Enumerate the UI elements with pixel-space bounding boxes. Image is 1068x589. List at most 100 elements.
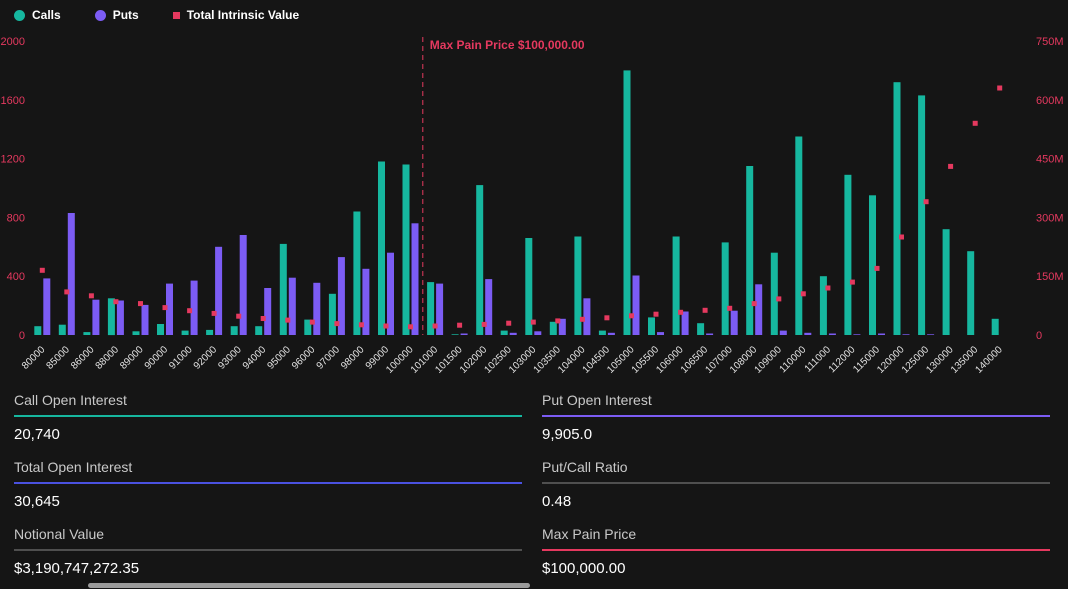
call-bar[interactable] [501, 331, 508, 335]
call-bar[interactable] [943, 229, 950, 335]
legend-item-calls[interactable]: Calls [14, 9, 61, 21]
put-bar[interactable] [853, 334, 860, 335]
intrinsic-marker[interactable] [997, 86, 1002, 91]
call-bar[interactable] [820, 276, 827, 335]
call-bar[interactable] [452, 334, 459, 335]
intrinsic-marker[interactable] [236, 314, 241, 319]
call-bar[interactable] [255, 326, 262, 335]
call-bar[interactable] [599, 331, 606, 335]
call-bar[interactable] [133, 331, 140, 335]
put-bar[interactable] [92, 300, 99, 335]
put-bar[interactable] [461, 334, 468, 336]
intrinsic-marker[interactable] [40, 268, 45, 273]
call-bar[interactable] [918, 95, 925, 335]
put-bar[interactable] [731, 311, 738, 335]
call-bar[interactable] [403, 165, 410, 336]
legend-item-intrinsic[interactable]: Total Intrinsic Value [173, 9, 299, 21]
put-bar[interactable] [804, 333, 811, 335]
call-bar[interactable] [894, 82, 901, 335]
scrollbar-thumb[interactable] [88, 583, 530, 588]
put-bar[interactable] [927, 334, 934, 335]
put-bar[interactable] [583, 298, 590, 335]
put-bar[interactable] [68, 213, 75, 335]
intrinsic-marker[interactable] [555, 318, 560, 323]
call-bar[interactable] [771, 253, 778, 335]
call-bar[interactable] [992, 319, 999, 335]
intrinsic-marker[interactable] [801, 291, 806, 296]
put-bar[interactable] [657, 332, 664, 335]
put-bar[interactable] [510, 333, 517, 335]
intrinsic-marker[interactable] [408, 324, 413, 329]
horizontal-scrollbar[interactable] [0, 583, 1068, 589]
call-bar[interactable] [697, 323, 704, 335]
call-bar[interactable] [329, 294, 336, 335]
put-bar[interactable] [264, 288, 271, 335]
intrinsic-marker[interactable] [359, 322, 364, 327]
call-bar[interactable] [231, 326, 238, 335]
intrinsic-marker[interactable] [678, 310, 683, 315]
intrinsic-marker[interactable] [654, 312, 659, 317]
put-bar[interactable] [534, 331, 541, 335]
put-bar[interactable] [191, 281, 198, 335]
call-bar[interactable] [378, 162, 385, 336]
call-bar[interactable] [746, 166, 753, 335]
call-bar[interactable] [550, 322, 557, 335]
put-bar[interactable] [608, 333, 615, 335]
intrinsic-marker[interactable] [924, 199, 929, 204]
call-bar[interactable] [34, 326, 41, 335]
call-bar[interactable] [476, 185, 483, 335]
call-bar[interactable] [795, 137, 802, 336]
intrinsic-marker[interactable] [89, 293, 94, 298]
intrinsic-marker[interactable] [64, 289, 69, 294]
intrinsic-marker[interactable] [531, 320, 536, 325]
call-bar[interactable] [869, 195, 876, 335]
put-bar[interactable] [755, 284, 762, 335]
put-bar[interactable] [240, 235, 247, 335]
intrinsic-marker[interactable] [727, 306, 732, 311]
intrinsic-marker[interactable] [310, 320, 315, 325]
intrinsic-marker[interactable] [163, 305, 168, 310]
put-bar[interactable] [682, 312, 689, 336]
intrinsic-marker[interactable] [261, 316, 266, 321]
put-bar[interactable] [142, 305, 149, 335]
call-bar[interactable] [844, 175, 851, 335]
intrinsic-marker[interactable] [187, 308, 192, 313]
intrinsic-marker[interactable] [776, 296, 781, 301]
call-bar[interactable] [157, 324, 164, 335]
put-bar[interactable] [412, 223, 419, 335]
call-bar[interactable] [206, 330, 213, 335]
intrinsic-marker[interactable] [604, 315, 609, 320]
intrinsic-marker[interactable] [850, 280, 855, 285]
put-bar[interactable] [903, 334, 910, 335]
intrinsic-marker[interactable] [875, 266, 880, 271]
put-bar[interactable] [878, 334, 885, 336]
put-bar[interactable] [289, 278, 296, 335]
intrinsic-marker[interactable] [457, 323, 462, 328]
put-bar[interactable] [43, 278, 50, 335]
call-bar[interactable] [353, 212, 360, 336]
intrinsic-marker[interactable] [629, 313, 634, 318]
call-bar[interactable] [59, 325, 66, 335]
intrinsic-marker[interactable] [580, 317, 585, 322]
intrinsic-marker[interactable] [506, 321, 511, 326]
intrinsic-marker[interactable] [948, 164, 953, 169]
intrinsic-marker[interactable] [285, 318, 290, 323]
put-bar[interactable] [387, 253, 394, 335]
intrinsic-marker[interactable] [482, 322, 487, 327]
intrinsic-marker[interactable] [752, 301, 757, 306]
intrinsic-marker[interactable] [899, 235, 904, 240]
intrinsic-marker[interactable] [113, 299, 118, 304]
intrinsic-marker[interactable] [138, 301, 143, 306]
put-bar[interactable] [117, 301, 124, 336]
put-bar[interactable] [313, 283, 320, 335]
call-bar[interactable] [182, 331, 189, 335]
put-bar[interactable] [829, 334, 836, 336]
call-bar[interactable] [83, 332, 90, 335]
intrinsic-marker[interactable] [703, 308, 708, 313]
intrinsic-marker[interactable] [384, 324, 389, 329]
legend-item-puts[interactable]: Puts [95, 9, 139, 21]
intrinsic-marker[interactable] [825, 286, 830, 291]
call-bar[interactable] [648, 317, 655, 335]
put-bar[interactable] [215, 247, 222, 335]
put-bar[interactable] [633, 276, 640, 336]
